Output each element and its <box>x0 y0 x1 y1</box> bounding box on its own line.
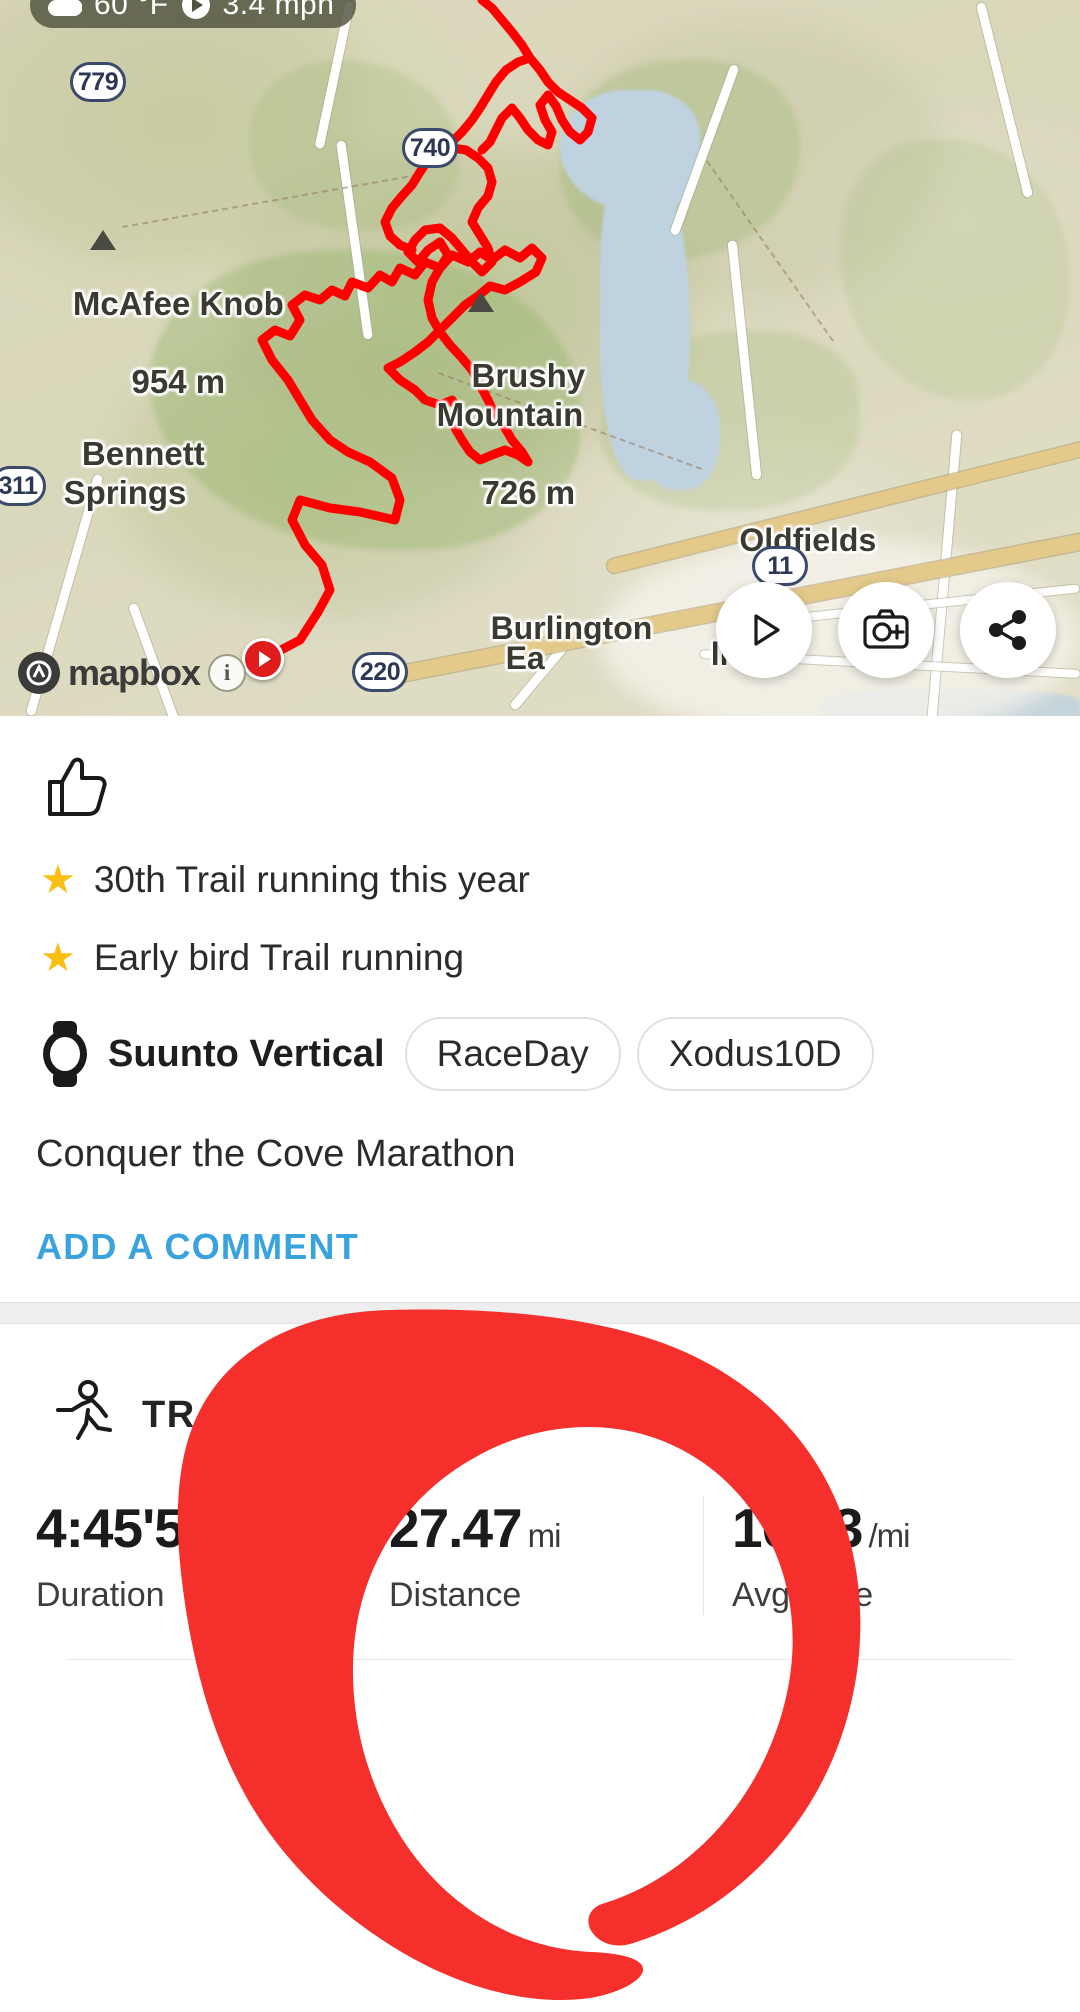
mapbox-mark-icon <box>18 652 60 694</box>
weather-speed-chip: 60 °F 3.4 mph <box>30 0 357 28</box>
achievement-label: 30th Trail running this year <box>93 859 530 900</box>
add-comment-button[interactable]: ADD A COMMENT <box>34 1186 1046 1302</box>
gear-row: Suunto Vertical RaceDay Xodus10D <box>34 997 1046 1105</box>
stat-number: 10'23 <box>732 1497 863 1559</box>
watch-icon <box>43 1021 87 1087</box>
gear-tag-xodus10d[interactable]: Xodus10D <box>636 1017 874 1091</box>
road-shield-220[interactable]: 220 <box>352 652 408 692</box>
road-shield-311[interactable]: 311 <box>0 466 46 506</box>
map-label-title: Brushy Mountain <box>436 356 586 433</box>
cloud-icon <box>48 0 82 16</box>
map-label-elevation: 954 m <box>131 362 226 400</box>
map-label-bennett-springs: Bennett Springs <box>10 396 240 552</box>
stat-distance: 27.47 mi Distance <box>351 1496 704 1615</box>
achievement-label: Early bird Trail running <box>93 937 465 978</box>
stat-number: 27.47 <box>389 1497 523 1559</box>
map-label-title: Ea <box>505 639 545 676</box>
achievement-row[interactable]: ★ Early bird Trail running <box>34 919 1046 997</box>
stat-label: Distance <box>389 1576 522 1614</box>
map-label-title: Bennett Springs <box>63 434 205 511</box>
gear-device-name[interactable]: Suunto Vertical <box>108 1033 385 1076</box>
road-shield-740[interactable]: 740 <box>402 128 458 168</box>
activity-details: ★ 30th Trail running this year ★ Early b… <box>0 716 1080 1302</box>
map-action-buttons <box>716 582 1056 678</box>
temperature-value: 60 °F <box>94 0 169 21</box>
stats-bottom-rule <box>68 1659 1012 1660</box>
thumbs-up-icon <box>48 757 107 816</box>
stats-grid: 4:45'54 Duration 27.47 mi Distance 10'23/… <box>34 1470 1046 1615</box>
speed-gauge-icon <box>181 0 210 19</box>
stat-value: 10'23/mi <box>732 1496 1046 1560</box>
stat-unit: /mi <box>868 1517 910 1554</box>
camera-plus-icon <box>863 609 909 649</box>
stat-avg-pace: 10'23/mi Avg pace <box>704 1496 1046 1615</box>
section-divider <box>0 1302 1080 1324</box>
mapbox-attribution[interactable]: mapbox i <box>18 652 247 694</box>
sport-type-row: TRAIL RUNNING <box>34 1324 1046 1470</box>
map-label-burlington-east: Ea <box>470 602 545 715</box>
road-shield-779[interactable]: 779 <box>70 62 126 102</box>
map-info-icon[interactable]: i <box>208 654 247 692</box>
road-shield-11[interactable]: 11 <box>752 546 808 586</box>
stat-value: 4:45'54 <box>36 1497 214 1559</box>
peak-marker-icon <box>468 292 494 312</box>
mapbox-logo-text: mapbox <box>68 652 201 693</box>
activity-stats-section: TRAIL RUNNING 4:45'54 Duration 27.47 mi D… <box>0 1324 1080 1660</box>
map-label-title: McAfee Knob <box>72 284 284 322</box>
stat-value: 27.47 mi <box>389 1496 703 1560</box>
sport-type-label: TRAIL RUNNING <box>142 1393 462 1436</box>
stat-label: Duration <box>36 1576 165 1614</box>
play-route-button[interactable] <box>716 582 812 678</box>
gear-tag-raceday[interactable]: RaceDay <box>404 1017 621 1091</box>
photo-button[interactable] <box>838 582 934 678</box>
share-icon <box>989 610 1026 650</box>
share-button[interactable] <box>960 582 1056 678</box>
star-icon: ★ <box>40 936 76 980</box>
stat-duration: 4:45'54 Duration <box>34 1496 351 1615</box>
speed-value: 3.4 mph <box>222 0 335 21</box>
stat-label: Avg pace <box>732 1576 874 1614</box>
map-label-elevation: 726 m <box>481 473 576 511</box>
play-icon <box>754 614 780 646</box>
activity-description: Conquer the Cove Marathon <box>36 1133 516 1175</box>
map-label-brushy-mountain: Brushy Mountain 726 m <box>400 318 620 552</box>
kudos-button[interactable] <box>34 716 1046 841</box>
running-icon <box>56 1380 112 1440</box>
star-icon: ★ <box>40 858 76 902</box>
stat-unit: mi <box>527 1517 562 1554</box>
route-start-marker[interactable] <box>242 638 284 680</box>
achievement-row[interactable]: ★ 30th Trail running this year <box>34 841 1046 919</box>
activity-map[interactable]: McAfee Knob 954 m Brushy Mountain 726 m … <box>0 0 1080 716</box>
